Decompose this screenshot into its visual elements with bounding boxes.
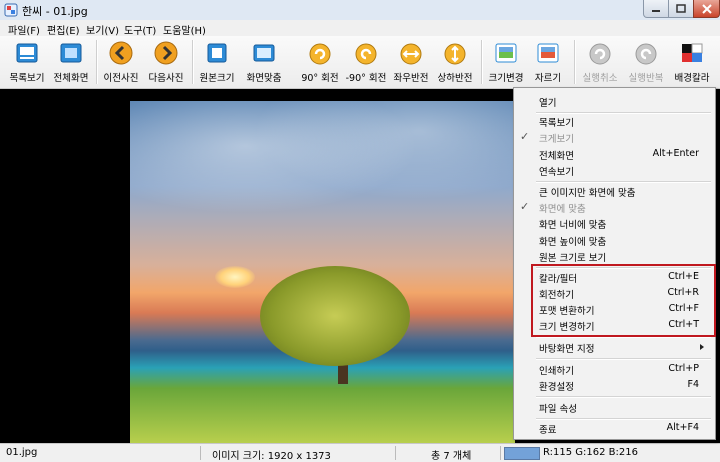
- menu-file[interactable]: 파일(F): [8, 22, 40, 37]
- flip-vertical-icon: [444, 43, 466, 65]
- pixel-color-swatch: [504, 447, 540, 460]
- context-menu-item-fit-height[interactable]: 화면 높이에 맞춤: [514, 232, 715, 248]
- submenu-arrow-icon: [700, 344, 704, 350]
- crop-icon: [537, 43, 559, 63]
- context-menu-item-fullscreen[interactable]: 전체화면 Alt+Enter: [514, 146, 715, 162]
- context-menu-item-list-view[interactable]: 목록보기: [514, 113, 715, 129]
- undo-button[interactable]: 실행취소: [578, 38, 622, 86]
- context-menu-item-print[interactable]: 인쇄하기 Ctrl+P: [514, 361, 715, 377]
- toolbar: 목록보기 전체화면 이전사진 다음사진 원본크기 화면맞춤 90° 회전 -90…: [0, 36, 720, 98]
- toolbar-separator: [574, 40, 576, 84]
- maximize-button[interactable]: [668, 0, 694, 18]
- prev-photo-icon: [109, 41, 133, 65]
- redo-icon: [635, 43, 657, 65]
- checkmark-icon: ✓: [520, 200, 530, 213]
- menu-edit[interactable]: 편집(E): [47, 22, 80, 37]
- list-view-button[interactable]: 목록보기: [6, 38, 48, 86]
- context-menu-item-large-view[interactable]: ✓ 크게보기: [514, 129, 715, 145]
- background-color-icon: [682, 43, 703, 62]
- status-divider: [500, 446, 501, 460]
- crop-button[interactable]: 자르기: [528, 38, 568, 86]
- menu-view[interactable]: 보기(V): [86, 22, 119, 37]
- rotate-cw-button[interactable]: 90° 회전: [298, 38, 342, 86]
- toolbar-separator: [96, 40, 98, 84]
- context-menu-item-exit[interactable]: 종료 Alt+F4: [514, 420, 715, 436]
- background-color-button[interactable]: 배경칼라: [670, 38, 714, 86]
- highlight-box: [531, 264, 716, 337]
- minimize-button[interactable]: [643, 0, 669, 18]
- window-title: 한씨 - 01.jpg: [22, 5, 88, 18]
- photo-clouds: [130, 101, 515, 251]
- menu-help[interactable]: 도움말(H): [163, 22, 206, 37]
- fit-screen-button[interactable]: 화면맞춤: [242, 38, 286, 86]
- flip-vertical-button[interactable]: 상하반전: [434, 38, 476, 86]
- status-filename: 01.jpg: [6, 447, 38, 458]
- original-size-icon: [207, 43, 227, 63]
- rotate-ccw-button[interactable]: -90° 회전: [344, 38, 388, 86]
- next-photo-button[interactable]: 다음사진: [145, 38, 187, 86]
- status-count: 총 7 개체: [431, 451, 472, 462]
- status-pixel-color: R:115 G:162 B:216: [543, 447, 638, 458]
- close-button[interactable]: [693, 0, 720, 18]
- resize-icon: [495, 43, 517, 63]
- photo-tree-canopy: [260, 266, 410, 366]
- context-menu-item-fit-width[interactable]: 화면 너비에 맞춤: [514, 215, 715, 231]
- context-menu-item-open[interactable]: 열기: [514, 93, 715, 109]
- photo-sun: [215, 266, 255, 288]
- title-bar: 한씨 - 01.jpg: [0, 0, 720, 21]
- next-photo-icon: [154, 41, 178, 65]
- context-menu-item-file-properties[interactable]: 파일 속성: [514, 399, 715, 415]
- minimize-icon: [652, 9, 660, 12]
- context-menu-item-fit-screen[interactable]: ✓ 화면에 맞춤: [514, 199, 715, 215]
- context-menu-item-settings[interactable]: 환경설정 F4: [514, 377, 715, 393]
- menu-tools[interactable]: 도구(T): [124, 22, 156, 37]
- menu-separator: [536, 396, 711, 398]
- flip-horizontal-button[interactable]: 좌우반전: [390, 38, 432, 86]
- prev-photo-button[interactable]: 이전사진: [100, 38, 142, 86]
- status-image-size: 이미지 크기: 1920 x 1373: [212, 451, 331, 462]
- context-menu-item-original-size[interactable]: 원본 크기로 보기: [514, 248, 715, 264]
- rotate-cw-icon: [309, 43, 331, 65]
- undo-icon: [589, 43, 611, 65]
- context-menu-item-fit-large-only[interactable]: 큰 이미지만 화면에 맞춤: [514, 183, 715, 199]
- status-divider: [395, 446, 396, 460]
- fullscreen-button[interactable]: 전체화면: [50, 38, 92, 86]
- rotate-ccw-icon: [355, 43, 377, 65]
- toolbar-separator: [192, 40, 194, 84]
- context-menu-item-continuous-view[interactable]: 연속보기: [514, 162, 715, 178]
- list-view-icon: [16, 43, 38, 63]
- checkmark-icon: ✓: [520, 130, 530, 143]
- photo-canvas: [130, 101, 515, 443]
- menu-separator: [536, 358, 711, 360]
- redo-button[interactable]: 실행반복: [624, 38, 668, 86]
- status-bar: 01.jpg 이미지 크기: 1920 x 1373 총 7 개체 R:115 …: [0, 443, 720, 462]
- app-icon: [4, 3, 18, 17]
- menu-bar: 파일(F) 편집(E) 보기(V) 도구(T) 도움말(H): [0, 20, 720, 37]
- context-menu-item-set-wallpaper[interactable]: 바탕화면 지정: [514, 339, 715, 355]
- close-icon: [701, 3, 712, 14]
- flip-horizontal-icon: [400, 43, 422, 65]
- toolbar-separator: [481, 40, 483, 84]
- fullscreen-icon: [60, 43, 82, 63]
- maximize-icon: [676, 3, 686, 13]
- fit-screen-icon: [253, 44, 275, 62]
- original-size-button[interactable]: 원본크기: [196, 38, 238, 86]
- status-divider: [200, 446, 201, 460]
- resize-button[interactable]: 크기변경: [485, 38, 527, 86]
